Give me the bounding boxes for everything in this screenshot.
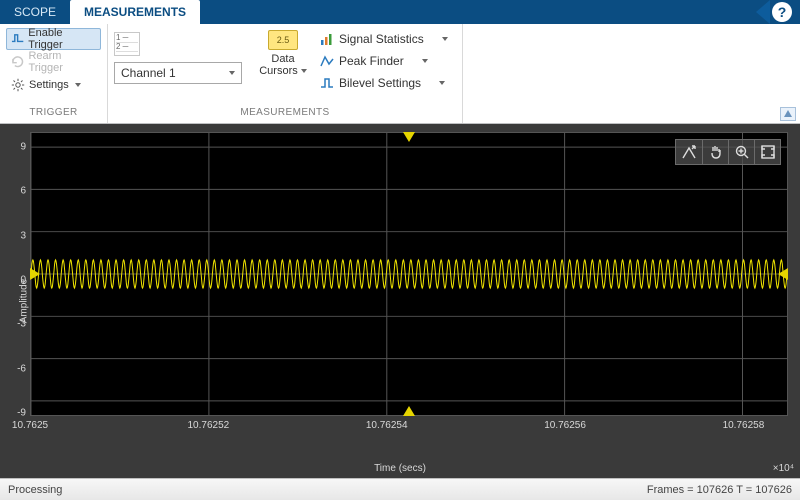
help-chevron bbox=[756, 0, 770, 24]
enable-trigger-label: Enable Trigger bbox=[28, 27, 96, 51]
tab-scope[interactable]: SCOPE bbox=[0, 0, 70, 24]
bilevel-settings-label: Bilevel Settings bbox=[339, 76, 421, 90]
signal-statistics-label: Signal Statistics bbox=[339, 32, 424, 46]
app-root: SCOPE MEASUREMENTS ? Enable Trigger bbox=[0, 0, 800, 500]
data-cursors-label2: Cursors bbox=[259, 65, 298, 77]
pan-button[interactable] bbox=[702, 140, 728, 164]
rearm-trigger-button: Rearm Trigger bbox=[6, 51, 101, 73]
peak-finder-label: Peak Finder bbox=[339, 54, 404, 68]
chevron-down-icon bbox=[422, 59, 428, 63]
trigger-settings-button[interactable]: Settings bbox=[6, 74, 101, 96]
group-trigger-title: TRIGGER bbox=[0, 107, 107, 123]
status-left: Processing bbox=[8, 484, 62, 496]
group-trigger: Enable Trigger Rearm Trigger Settings bbox=[0, 24, 108, 123]
trigger-marker-bottom[interactable] bbox=[403, 406, 415, 416]
y-tick-label: 6 bbox=[4, 186, 30, 197]
x-axis-label: Time (secs) bbox=[374, 463, 426, 474]
axes-area: -9-6-30369 10.762510.7625210.762 bbox=[30, 132, 788, 438]
meas-left-col: 1 ─2 ─ Channel 1 bbox=[114, 28, 242, 84]
x-ticks: 10.762510.7625210.7625410.7625610.76258 bbox=[30, 418, 788, 438]
x-tick-label: 10.76256 bbox=[544, 420, 586, 431]
plot-surface[interactable] bbox=[30, 132, 788, 416]
y-tick-label: -9 bbox=[4, 408, 30, 419]
chevron-down-icon bbox=[442, 37, 448, 41]
bilevel-icon bbox=[320, 76, 334, 90]
plot-svg bbox=[31, 133, 787, 415]
group-measurements-title: MEASUREMENTS bbox=[108, 107, 462, 123]
chevron-down-icon bbox=[229, 71, 235, 75]
autoscale-button[interactable] bbox=[676, 140, 702, 164]
status-bar: Processing Frames = 107626 T = 107626 bbox=[0, 478, 800, 500]
stats-column: Signal Statistics Peak Finder Bilevel Se… bbox=[316, 28, 452, 94]
x-tick-label: 10.7625 bbox=[12, 420, 48, 431]
signal-statistics-button[interactable]: Signal Statistics bbox=[316, 28, 452, 50]
y-tick-label: -3 bbox=[4, 319, 30, 330]
trigger-marker-top[interactable] bbox=[403, 132, 415, 142]
trigger-marker-left[interactable] bbox=[30, 268, 40, 280]
ribbon-collapse-button[interactable] bbox=[780, 107, 796, 121]
fit-to-view-button[interactable] bbox=[754, 140, 780, 164]
group-measurements: 1 ─2 ─ Channel 1 2.5 Data Cursors bbox=[108, 24, 463, 123]
y-tick-label: 3 bbox=[4, 230, 30, 241]
trigger-marker-right[interactable] bbox=[778, 268, 788, 280]
stats-icon bbox=[320, 32, 334, 46]
plot-toolbar bbox=[675, 139, 781, 165]
y-tick-label: 0 bbox=[4, 275, 30, 286]
channel-select[interactable]: Channel 1 bbox=[114, 62, 242, 84]
data-cursors-button[interactable]: 2.5 Data Cursors bbox=[256, 28, 310, 77]
ribbon: Enable Trigger Rearm Trigger Settings bbox=[0, 24, 800, 124]
data-cursors-icon: 2.5 bbox=[268, 30, 298, 50]
bilevel-settings-button[interactable]: Bilevel Settings bbox=[316, 72, 452, 94]
chevron-down-icon bbox=[75, 83, 81, 87]
peak-finder-button[interactable]: Peak Finder bbox=[316, 50, 452, 72]
y-tick-label: 9 bbox=[4, 141, 30, 152]
x-tick-label: 10.76254 bbox=[366, 420, 408, 431]
rearm-icon bbox=[11, 55, 24, 69]
collapse-icon bbox=[783, 109, 793, 119]
tab-bar: SCOPE MEASUREMENTS ? bbox=[0, 0, 800, 24]
x-tick-label: 10.76252 bbox=[187, 420, 229, 431]
zoom-button[interactable] bbox=[728, 140, 754, 164]
status-right: Frames = 107626 T = 107626 bbox=[647, 484, 792, 496]
channel-number-selector[interactable]: 1 ─2 ─ bbox=[114, 32, 140, 56]
gear-icon bbox=[11, 78, 25, 92]
data-cursors-label1: Data bbox=[271, 53, 294, 65]
help-button[interactable]: ? bbox=[772, 2, 792, 22]
chevron-down-icon bbox=[439, 81, 445, 85]
trigger-settings-label: Settings bbox=[29, 79, 69, 91]
rearm-trigger-label: Rearm Trigger bbox=[28, 50, 96, 74]
y-tick-label: -6 bbox=[4, 363, 30, 374]
x-tick-label: 10.76258 bbox=[723, 420, 765, 431]
enable-trigger-button[interactable]: Enable Trigger bbox=[6, 28, 101, 50]
plot-container: Amplitude Time (secs) ×10⁴ -9-6-30369 bbox=[0, 124, 800, 478]
tab-measurements[interactable]: MEASUREMENTS bbox=[70, 0, 200, 24]
x-axis-exponent: ×10⁴ bbox=[773, 463, 794, 474]
chevron-down-icon bbox=[301, 69, 307, 73]
channel-select-value: Channel 1 bbox=[121, 66, 176, 80]
trigger-pulse-icon bbox=[11, 32, 24, 46]
peak-icon bbox=[320, 54, 334, 68]
